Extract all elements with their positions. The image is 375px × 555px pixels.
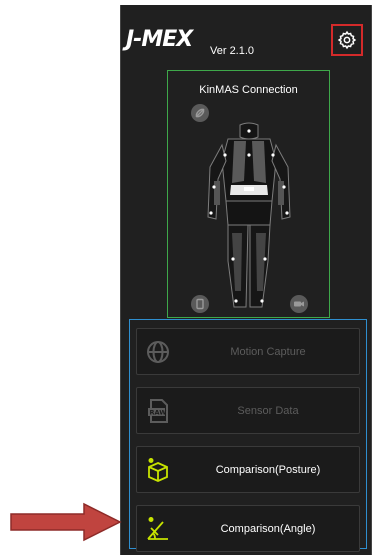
- link-off-icon: [195, 108, 205, 118]
- comparison-angle-label: Comparison(Angle): [220, 522, 316, 535]
- function-menu: Motion Capture RAW Sensor Data Compariso…: [129, 319, 367, 552]
- globe-icon: [147, 341, 169, 363]
- connection-title: KinMAS Connection: [199, 84, 298, 96]
- comparison-posture-label: Comparison(Posture): [215, 463, 321, 476]
- phone-button[interactable]: [191, 295, 209, 313]
- phone-icon: [196, 298, 204, 310]
- sensor-data-button[interactable]: RAW Sensor Data: [136, 387, 360, 434]
- suit-figure: [207, 122, 291, 308]
- comparison-posture-button[interactable]: Comparison(Posture): [136, 446, 360, 493]
- settings-button[interactable]: [331, 24, 363, 56]
- pointer-arrow: [10, 502, 122, 542]
- camera-icon: [294, 301, 304, 307]
- link-off-button[interactable]: [191, 104, 209, 122]
- raw-file-icon: RAW: [148, 399, 168, 423]
- jmex-panel: J-MEX Ver 2.1.0 KinMAS Connection Motion…: [120, 5, 372, 555]
- camera-button[interactable]: [290, 295, 308, 313]
- cube-icon: [148, 458, 168, 482]
- comparison-angle-button[interactable]: Comparison(Angle): [136, 505, 360, 552]
- svg-text:RAW: RAW: [150, 409, 167, 417]
- motion-capture-button[interactable]: Motion Capture: [136, 328, 360, 375]
- sensor-data-label: Sensor Data: [237, 404, 299, 417]
- angle-icon: [147, 517, 168, 540]
- motion-capture-label: Motion Capture: [230, 345, 306, 358]
- version-label: Ver 2.1.0: [210, 45, 255, 57]
- logo-text: J-MEX: [126, 27, 193, 52]
- gear-icon: [337, 30, 357, 50]
- connection-panel: KinMAS Connection: [167, 70, 330, 318]
